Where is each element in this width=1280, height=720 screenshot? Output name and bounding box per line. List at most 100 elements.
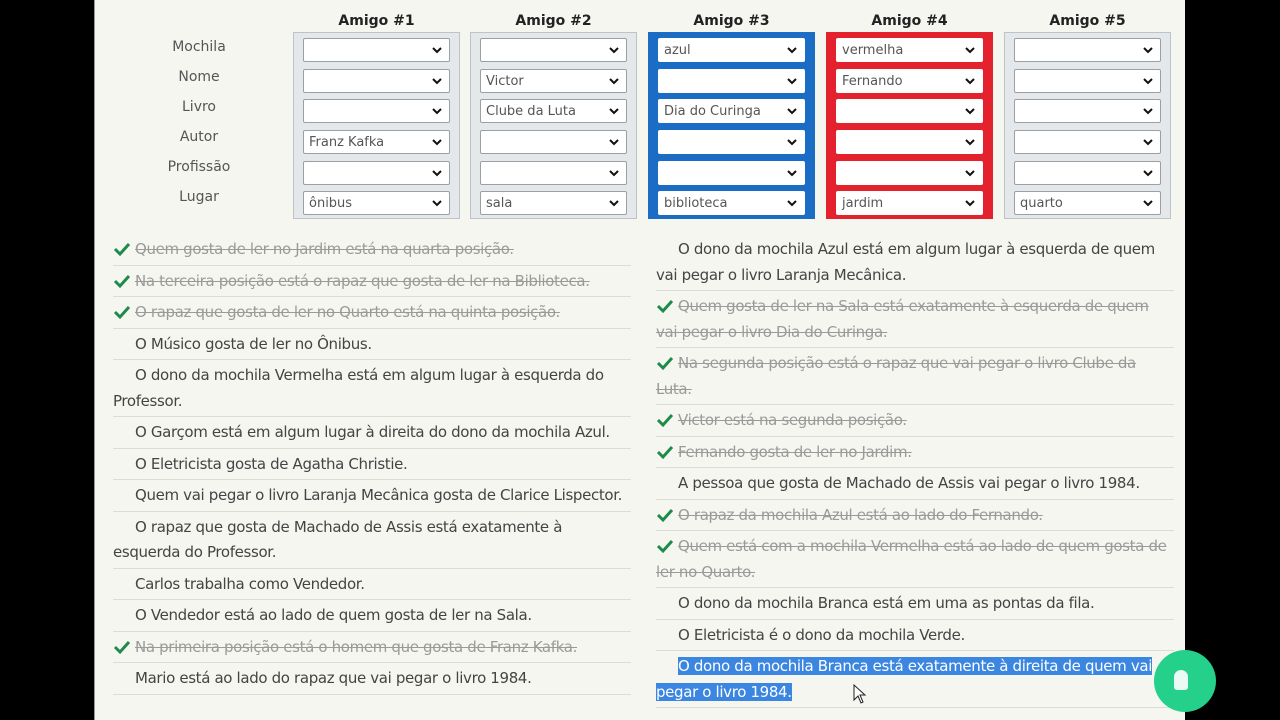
clue-item[interactable]: Mario está ao lado do rapaz que vai pega… [113, 663, 631, 695]
clue-item[interactable]: Fernando gosta de ler no Jardim. [656, 437, 1174, 468]
chevron-down-icon [1143, 170, 1153, 177]
clue-item[interactable]: O Músico gosta de ler no Ônibus. [113, 329, 631, 360]
clue-item[interactable]: A pessoa que gosta de Machado de Assis v… [656, 468, 1174, 500]
select-value: vermelha [842, 43, 904, 58]
nome-select[interactable] [303, 68, 450, 93]
friend-title: Amigo #4 [871, 13, 948, 29]
clue-item[interactable]: Victor está na segunda posição. [656, 405, 1174, 437]
friend-title: Amigo #5 [1049, 13, 1126, 29]
select-value: Victor [486, 73, 524, 89]
clue-item[interactable]: O rapaz da mochila Azul está ao lado do … [656, 500, 1174, 531]
clue-text: Quem está com a mochila Vermelha está ao… [656, 537, 1167, 581]
chevron-down-icon [432, 108, 442, 115]
select-value: azul [664, 43, 691, 58]
friend-box: Franz Kafka ônibus [293, 32, 460, 219]
clue-text: Quem vai pegar o livro Laranja Mecânica … [135, 486, 623, 504]
livro-select[interactable] [1014, 99, 1161, 124]
checkmark-icon [113, 242, 131, 257]
checkmark-icon [656, 445, 674, 459]
nome-select[interactable]: Fernando [836, 68, 983, 93]
mochila-select[interactable] [303, 38, 450, 62]
autor-select[interactable] [480, 130, 627, 155]
clue-item[interactable]: Quem gosta de ler no Jardim está na quar… [113, 234, 631, 266]
lugar-select[interactable]: ônibus [303, 191, 450, 216]
lugar-select[interactable]: jardim [836, 191, 983, 216]
clue-item[interactable]: Na primeira posição está o homem que gos… [113, 632, 631, 663]
chevron-down-icon [965, 77, 975, 85]
livro-select[interactable]: Dia do Curinga [658, 99, 805, 124]
clue-text: O dono da mochila Azul está em algum lug… [656, 240, 1155, 284]
row-label: Mochila [172, 39, 226, 55]
clue-text: Na segunda posição está o rapaz que vai … [656, 354, 1136, 398]
profissao-select[interactable] [480, 160, 627, 185]
chevron-down-icon [787, 77, 797, 85]
clue-item[interactable]: Quem gosta de ler na Sala está exatament… [656, 291, 1174, 348]
friend-column-5: Amigo #5 quarto [1004, 0, 1171, 219]
clue-item[interactable]: Na segunda posição está o rapaz que vai … [656, 348, 1174, 405]
nome-select[interactable] [658, 68, 805, 93]
clues-left-column: Quem gosta de ler no Jardim está na quar… [113, 234, 631, 695]
friend-box: vermelha Fernando jardim [826, 32, 993, 219]
clue-text: O dono da mochila Branca está exatamente… [656, 657, 1153, 701]
friend-title: Amigo #3 [693, 13, 770, 29]
friend-box: azul Dia do Curinga biblioteca [648, 32, 815, 219]
clues-right-column: O dono da mochila Azul está em algum lug… [656, 234, 1174, 708]
livro-select[interactable] [303, 99, 450, 124]
profissao-select[interactable] [303, 160, 450, 185]
clue-item[interactable]: O Garçom está em algum lugar à direita d… [113, 417, 631, 449]
livro-select[interactable]: Clube da Luta [480, 99, 627, 124]
clue-text: O Garçom está em algum lugar à direita d… [135, 423, 610, 441]
mochila-select[interactable] [480, 38, 627, 62]
chevron-down-icon [609, 77, 619, 85]
checkmark-icon [113, 274, 131, 288]
clue-item[interactable]: O rapaz que gosta de ler no Quarto está … [113, 297, 631, 329]
checkmark-icon [656, 413, 674, 428]
autor-select[interactable] [658, 130, 805, 155]
clue-item[interactable]: O rapaz que gosta de Machado de Assis es… [113, 512, 631, 569]
clue-item[interactable]: O dono da mochila Azul está em algum lug… [656, 234, 1174, 291]
mochila-select[interactable]: vermelha [836, 38, 983, 62]
profissao-select[interactable] [1014, 160, 1161, 185]
nome-select[interactable]: Victor [480, 68, 627, 93]
clue-item[interactable]: O dono da mochila Branca está exatamente… [656, 651, 1174, 708]
livro-select[interactable] [836, 99, 983, 124]
clue-item[interactable]: Quem vai pegar o livro Laranja Mecânica … [113, 480, 631, 512]
autor-select[interactable]: Franz Kafka [303, 130, 450, 155]
chevron-down-icon [965, 170, 975, 177]
chevron-down-icon [787, 139, 797, 146]
clue-item[interactable]: Quem está com a mochila Vermelha está ao… [656, 531, 1174, 588]
lugar-select[interactable]: sala [480, 191, 627, 216]
mochila-select[interactable]: azul [658, 38, 805, 62]
clue-item[interactable]: O Vendedor está ao lado de quem gosta de… [113, 600, 631, 632]
clue-item[interactable]: O Eletricista é o dono da mochila Verde. [656, 620, 1174, 651]
letterbox-right [1185, 0, 1280, 720]
clue-text: O rapaz que gosta de Machado de Assis es… [113, 517, 563, 562]
select-value: Dia do Curinga [664, 104, 761, 120]
clue-text: Victor está na segunda posição. [678, 411, 907, 429]
chevron-down-icon [965, 108, 975, 115]
clue-item[interactable]: O dono da mochila Vermelha está em algum… [113, 360, 631, 417]
clue-item[interactable]: Na terceira posição está o rapaz que gos… [113, 266, 631, 297]
clue-text: Na terceira posição está o rapaz que gos… [135, 271, 590, 290]
autor-select[interactable] [836, 130, 983, 155]
mochila-select[interactable] [1014, 38, 1161, 62]
profissao-select[interactable] [836, 160, 983, 185]
autor-select[interactable] [1014, 130, 1161, 155]
chevron-down-icon [432, 170, 442, 177]
clue-text: O rapaz da mochila Azul está ao lado do … [678, 505, 1043, 524]
chat-button[interactable] [1154, 650, 1216, 712]
row-label: Profissão [167, 159, 231, 175]
clue-item[interactable]: O Eletricista gosta de Agatha Christie. [113, 449, 631, 480]
lugar-select[interactable]: quarto [1014, 191, 1161, 216]
select-value: ônibus [309, 196, 353, 212]
clue-text: O Eletricista gosta de Agatha Christie. [135, 454, 408, 473]
row-label: Nome [178, 69, 220, 85]
select-value: Clube da Luta [486, 104, 576, 120]
clue-item[interactable]: O dono da mochila Branca está em uma as … [656, 588, 1174, 620]
nome-select[interactable] [1014, 68, 1161, 93]
answer-grid: Mochila Nome Livro Autor Profissão Lugar Amig… [95, 0, 1186, 225]
friend-column-4: Amigo #4 vermelha Fernando jardim [826, 0, 993, 219]
clue-item[interactable]: Carlos trabalha como Vendedor. [113, 569, 631, 600]
profissao-select[interactable] [658, 160, 805, 185]
lugar-select[interactable]: biblioteca [658, 191, 805, 216]
